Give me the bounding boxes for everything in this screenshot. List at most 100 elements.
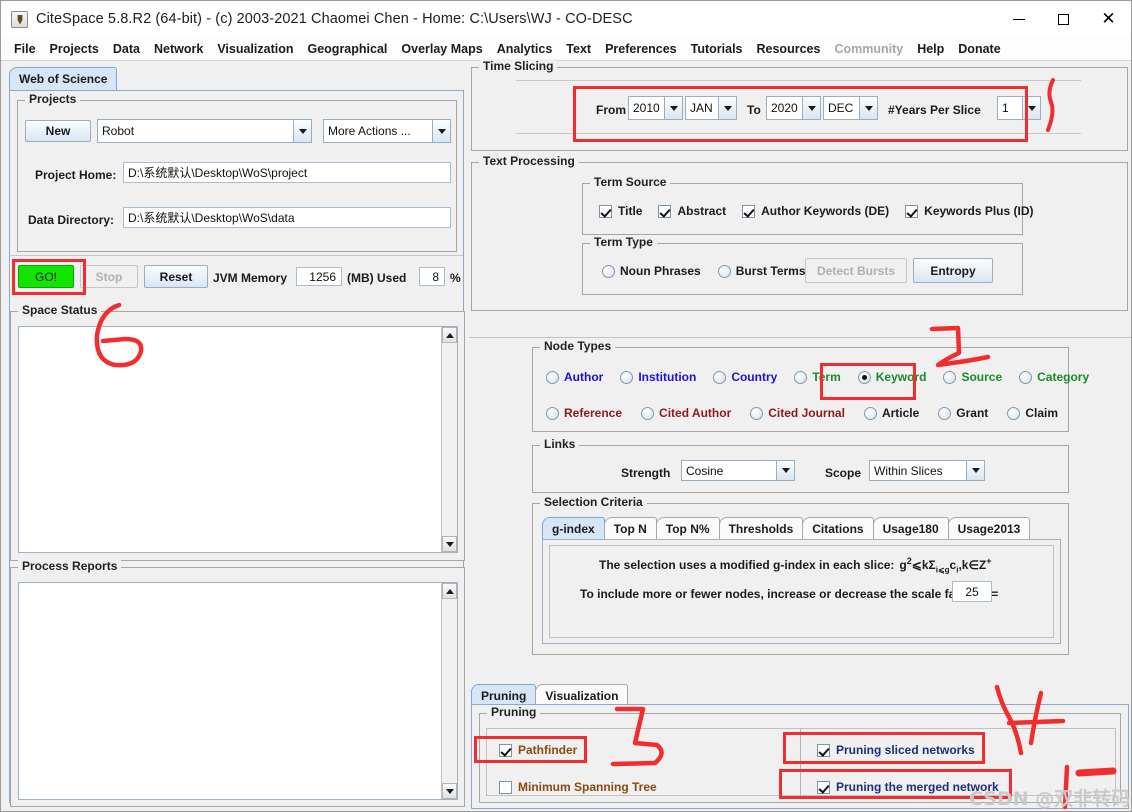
menu-item-geographical[interactable]: Geographical bbox=[301, 39, 395, 59]
node-type-reference[interactable]: Reference bbox=[546, 406, 622, 420]
term-type-burst-terms[interactable]: Burst Terms bbox=[717, 264, 806, 278]
space-status-scrollbar[interactable] bbox=[441, 327, 457, 552]
node-type-cited-author[interactable]: Cited Author bbox=[641, 406, 731, 420]
scroll-down-icon[interactable] bbox=[442, 536, 457, 552]
menu-item-analytics[interactable]: Analytics bbox=[490, 39, 560, 59]
scope-select[interactable]: Within Slices bbox=[869, 460, 985, 481]
chevron-down-icon[interactable] bbox=[432, 120, 450, 142]
menu-item-projects[interactable]: Projects bbox=[43, 39, 106, 59]
checkbox-icon[interactable] bbox=[742, 204, 756, 218]
menu-item-help[interactable]: Help bbox=[910, 39, 951, 59]
radio-icon[interactable] bbox=[943, 370, 957, 384]
node-type-article[interactable]: Article bbox=[863, 406, 919, 420]
menu-item-donate[interactable]: Donate bbox=[951, 39, 1007, 59]
scroll-up-icon[interactable] bbox=[442, 583, 457, 599]
data-directory-field[interactable]: D:\系统默认\Desktop\WoS\data bbox=[123, 207, 451, 228]
from-year-select[interactable]: 2010 bbox=[628, 96, 683, 120]
checkbox-icon[interactable] bbox=[599, 204, 612, 218]
criteria-tab-usage2013[interactable]: Usage2013 bbox=[947, 517, 1031, 540]
checkbox-icon[interactable] bbox=[658, 204, 672, 218]
criteria-tab-top-n[interactable]: Top N% bbox=[655, 517, 720, 540]
menu-item-file[interactable]: File bbox=[7, 39, 43, 59]
radio-icon[interactable] bbox=[641, 406, 655, 420]
jvm-memory-value[interactable]: 1256 bbox=[296, 267, 342, 286]
maximize-button[interactable] bbox=[1041, 1, 1086, 37]
menu-item-tutorials[interactable]: Tutorials bbox=[684, 39, 750, 59]
radio-icon[interactable] bbox=[717, 264, 731, 278]
entropy-button[interactable]: Entropy bbox=[913, 258, 993, 283]
term-type-noun-phrases[interactable]: Noun Phrases bbox=[602, 264, 701, 278]
tab-web-of-science[interactable]: Web of Science bbox=[9, 67, 118, 90]
chevron-down-icon[interactable] bbox=[859, 97, 877, 119]
chevron-down-icon[interactable] bbox=[802, 97, 820, 119]
radio-icon[interactable] bbox=[713, 370, 727, 384]
chevron-down-icon[interactable] bbox=[664, 97, 682, 119]
radio-icon[interactable] bbox=[863, 406, 877, 420]
strength-select[interactable]: Cosine bbox=[681, 460, 795, 481]
reset-button[interactable]: Reset bbox=[144, 265, 208, 288]
scroll-up-icon[interactable] bbox=[442, 327, 457, 343]
years-per-slice-select[interactable]: 1 bbox=[997, 96, 1041, 120]
radio-icon[interactable] bbox=[857, 370, 871, 384]
criteria-tab-citations[interactable]: Citations bbox=[802, 517, 874, 540]
menu-item-overlay-maps[interactable]: Overlay Maps bbox=[394, 39, 489, 59]
project-select[interactable]: Robot bbox=[97, 119, 312, 143]
checkbox-icon[interactable] bbox=[499, 743, 512, 757]
checkbox-icon[interactable] bbox=[817, 743, 830, 757]
node-type-claim[interactable]: Claim bbox=[1007, 406, 1058, 420]
checkbox-icon[interactable] bbox=[499, 780, 512, 794]
radio-icon[interactable] bbox=[750, 406, 764, 420]
menu-item-network[interactable]: Network bbox=[147, 39, 210, 59]
node-type-author[interactable]: Author bbox=[546, 370, 603, 384]
close-icon[interactable]: ✕ bbox=[1086, 1, 1131, 37]
criteria-tab-usage180[interactable]: Usage180 bbox=[872, 517, 949, 540]
checkbox-icon[interactable] bbox=[905, 204, 919, 218]
scroll-down-icon[interactable] bbox=[442, 783, 457, 799]
pruning-minimum-spanning-tree[interactable]: Minimum Spanning Tree bbox=[499, 780, 657, 794]
criteria-tab-top-n[interactable]: Top N bbox=[603, 517, 657, 540]
chevron-down-icon[interactable] bbox=[966, 461, 984, 480]
node-type-source[interactable]: Source bbox=[943, 370, 1002, 384]
to-month-select[interactable]: DEC bbox=[823, 96, 878, 120]
chevron-down-icon[interactable] bbox=[293, 120, 311, 142]
radio-icon[interactable] bbox=[546, 406, 559, 420]
scale-factor-input[interactable]: 25 bbox=[952, 581, 992, 602]
menu-item-resources[interactable]: Resources bbox=[750, 39, 828, 59]
term-source-keywords-plus-id[interactable]: Keywords Plus (ID) bbox=[905, 204, 1034, 218]
term-source-abstract[interactable]: Abstract bbox=[658, 204, 726, 218]
radio-icon[interactable] bbox=[602, 264, 615, 278]
chevron-down-icon[interactable] bbox=[718, 97, 736, 119]
node-type-cited-journal[interactable]: Cited Journal bbox=[750, 406, 845, 420]
from-month-select[interactable]: JAN bbox=[685, 96, 737, 120]
pruning-pruning-sliced-networks[interactable]: Pruning sliced networks bbox=[817, 743, 999, 757]
new-project-button[interactable]: New bbox=[25, 120, 91, 142]
minimize-button[interactable] bbox=[996, 1, 1041, 37]
node-type-term[interactable]: Term bbox=[794, 370, 841, 384]
checkbox-icon[interactable] bbox=[817, 780, 830, 794]
more-actions-select[interactable]: More Actions ... bbox=[323, 119, 451, 143]
criteria-tab-g-index[interactable]: g-index bbox=[542, 517, 605, 540]
pruning-pathfinder[interactable]: Pathfinder bbox=[499, 743, 657, 757]
radio-icon[interactable] bbox=[794, 370, 808, 384]
node-type-country[interactable]: Country bbox=[713, 370, 777, 384]
radio-icon[interactable] bbox=[546, 370, 559, 384]
pruning-pruning-the-merged-network[interactable]: Pruning the merged network bbox=[817, 780, 999, 794]
go-button[interactable]: GO! bbox=[18, 265, 74, 288]
radio-icon[interactable] bbox=[620, 370, 634, 384]
process-reports-output[interactable] bbox=[18, 582, 458, 800]
criteria-tab-thresholds[interactable]: Thresholds bbox=[718, 517, 804, 540]
menu-item-text[interactable]: Text bbox=[559, 39, 598, 59]
memory-percent-value[interactable]: 8 bbox=[419, 267, 445, 286]
node-type-keyword[interactable]: Keyword bbox=[857, 370, 926, 384]
radio-icon[interactable] bbox=[1019, 370, 1033, 384]
process-reports-scrollbar[interactable] bbox=[441, 583, 457, 799]
term-source-author-keywords-de[interactable]: Author Keywords (DE) bbox=[742, 204, 889, 218]
menu-item-data[interactable]: Data bbox=[106, 39, 147, 59]
to-year-select[interactable]: 2020 bbox=[766, 96, 821, 120]
space-status-output[interactable] bbox=[18, 326, 458, 553]
radio-icon[interactable] bbox=[1007, 406, 1021, 420]
node-type-category[interactable]: Category bbox=[1019, 370, 1089, 384]
term-source-title[interactable]: Title bbox=[599, 204, 642, 218]
menu-item-preferences[interactable]: Preferences bbox=[598, 39, 684, 59]
project-home-field[interactable]: D:\系统默认\Desktop\WoS\project bbox=[123, 162, 451, 183]
